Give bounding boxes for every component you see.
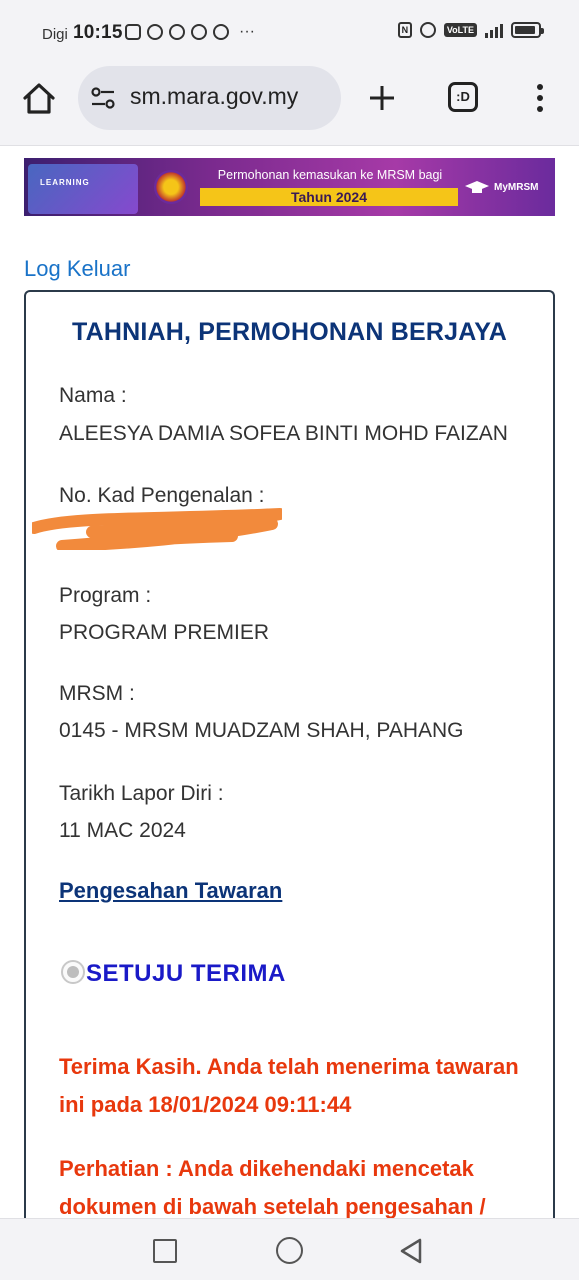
clock: 10:15 xyxy=(73,22,123,43)
tune-icon[interactable] xyxy=(90,86,116,110)
laptop-illustration xyxy=(28,164,138,214)
name-value: ALEESYA DAMIA SOFEA BINTI MOHD FAIZAN xyxy=(59,422,508,445)
nfc-icon: N xyxy=(397,22,412,38)
print-notice: Perhatian : Anda dikehendaki mencetak do… xyxy=(59,1150,529,1226)
program-label: Program : xyxy=(59,584,152,607)
banner-subtitle: Permohonan kemasukan ke MRSM bagi xyxy=(217,168,443,182)
accept-radio[interactable] xyxy=(61,960,85,984)
more-notifications-icon: ··· xyxy=(239,23,255,40)
logout-link[interactable]: Log Keluar xyxy=(24,256,130,282)
mymrsm-text: MyMRSM xyxy=(494,181,539,193)
status-bar: Digi 10:15 ··· N VoLTE xyxy=(0,0,579,66)
program-value: PROGRAM PREMIER xyxy=(59,621,270,644)
square-icon[interactable] xyxy=(153,1239,177,1263)
acceptance-notice-line: ini pada 18/01/2024 09:11:44 xyxy=(59,1092,352,1117)
redaction-scribble xyxy=(32,508,282,550)
home-icon[interactable] xyxy=(20,80,58,118)
result-card: TAHNIAH, PERMOHONAN BERJAYA Nama : ALEES… xyxy=(24,290,555,1280)
mymrsm-logo: MyMRSM xyxy=(464,180,538,194)
plus-icon[interactable] xyxy=(364,80,400,116)
banner-year: Tahun 2024 xyxy=(200,188,458,206)
graduation-cap-icon xyxy=(465,181,489,193)
browser-toolbar: sm.mara.gov.my :D xyxy=(0,66,579,146)
mrsm-value: 0145 - MRSM MUADZAM SHAH, PAHANG xyxy=(59,719,464,742)
notification-icons: ··· xyxy=(125,24,255,40)
chrome-icon xyxy=(191,24,207,40)
print-notice-line: Perhatian : Anda dikehendaki mencetak xyxy=(59,1156,474,1181)
mara-crest-icon xyxy=(154,170,188,204)
circle-icon[interactable] xyxy=(276,1237,303,1264)
mrsm-label: MRSM : xyxy=(59,682,135,705)
tab-switcher-icon[interactable]: :D xyxy=(448,82,478,112)
page-title: TAHNIAH, PERMOHONAN BERJAYA xyxy=(71,318,508,346)
url-text[interactable]: sm.mara.gov.my xyxy=(130,83,335,110)
mrsm-banner: LEARNING Permohonan kemasukan ke MRSM ba… xyxy=(24,158,555,216)
system-icons: N VoLTE xyxy=(397,22,544,38)
chrome-icon xyxy=(213,24,229,40)
address-bar[interactable]: sm.mara.gov.my xyxy=(78,66,341,130)
signal-icon xyxy=(485,22,503,38)
ic-number-label: No. Kad Pengenalan : xyxy=(59,484,265,507)
battery-icon xyxy=(511,22,544,38)
name-label: Nama : xyxy=(59,384,127,407)
banner-learning-text: LEARNING xyxy=(40,178,90,187)
instagram-icon xyxy=(125,24,141,40)
chrome-icon xyxy=(147,24,163,40)
more-vert-icon[interactable] xyxy=(530,80,550,116)
report-date-label: Tarikh Lapor Diri : xyxy=(59,782,224,805)
acceptance-notice-line: Terima Kasih. Anda telah menerima tawara… xyxy=(59,1054,519,1079)
carrier-label: Digi xyxy=(42,26,68,43)
report-date-value: 11 MAC 2024 xyxy=(59,819,186,842)
acceptance-notice: Terima Kasih. Anda telah menerima tawara… xyxy=(59,1048,529,1124)
alarm-icon xyxy=(419,22,436,38)
triangle-back-icon[interactable] xyxy=(398,1237,426,1265)
volte-icon: VoLTE xyxy=(443,23,477,37)
chrome-icon xyxy=(169,24,185,40)
accept-radio-label[interactable]: SETUJU TERIMA xyxy=(86,960,286,988)
system-nav-bar xyxy=(0,1218,579,1280)
offer-confirmation-link[interactable]: Pengesahan Tawaran xyxy=(59,878,282,904)
